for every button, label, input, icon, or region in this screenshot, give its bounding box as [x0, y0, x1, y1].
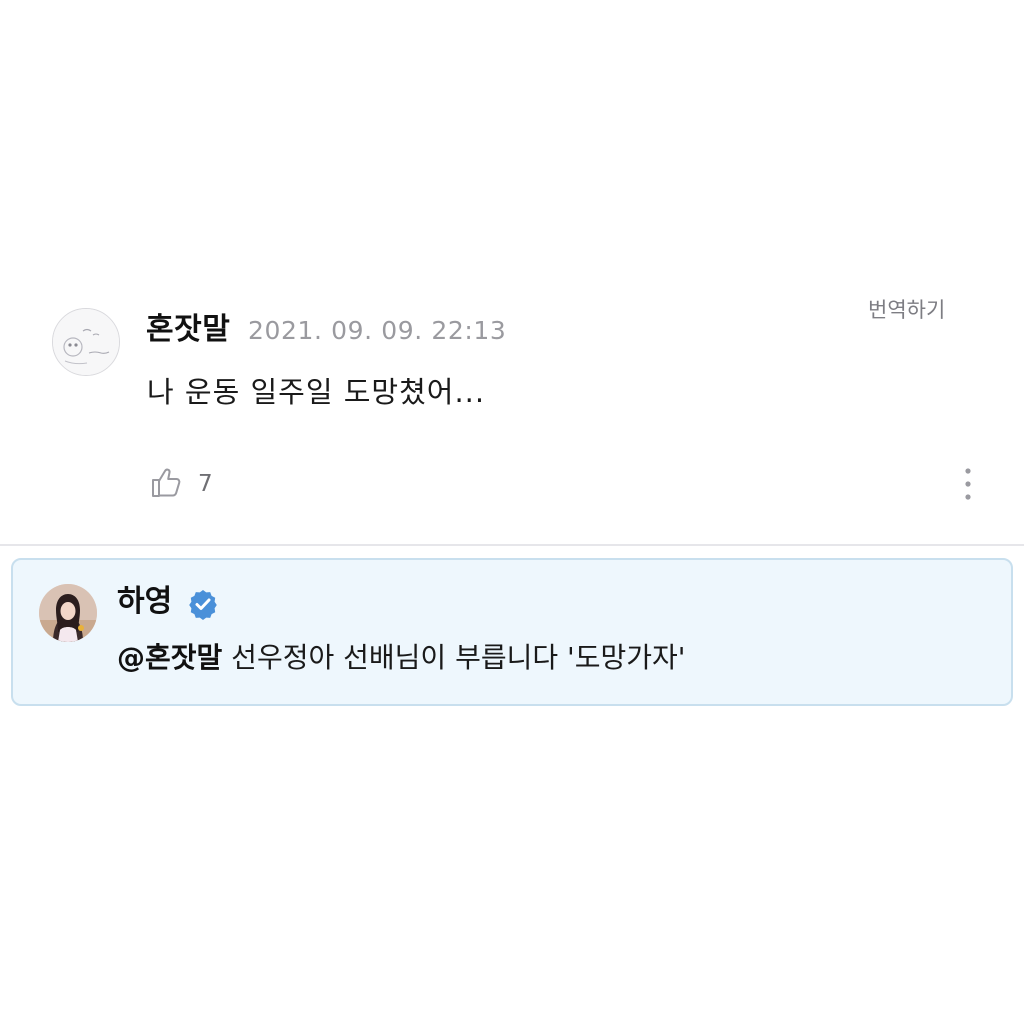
reply-username[interactable]: 하영 — [117, 582, 172, 622]
like-button[interactable]: 7 — [150, 464, 213, 504]
avatar[interactable] — [52, 308, 120, 376]
reply-text: @혼잣말 선우정아 선배님이 부릅니다 '도망가자' — [117, 638, 685, 678]
comment-timestamp: 2021. 09. 09. 22:13 — [248, 316, 507, 345]
translate-button[interactable]: 번역하기 — [868, 296, 945, 324]
comment-text: 나 운동 일주일 도망쳤어... — [147, 375, 486, 409]
thumbs-up-icon — [150, 465, 184, 503]
more-vertical-icon — [965, 468, 971, 500]
comment-username[interactable]: 혼잣말 — [146, 310, 230, 350]
divider — [0, 544, 1024, 546]
reply-avatar[interactable] — [39, 584, 97, 642]
comment-thread: 혼잣말 2021. 09. 09. 22:13 번역하기 나 운동 일주일 도망… — [0, 0, 1024, 1024]
panda-doodle-avatar-image — [53, 309, 119, 375]
reply-message: 선우정아 선배님이 부릅니다 '도망가자' — [222, 641, 686, 674]
reply-card: 하영 @혼잣말 선우정아 선배님이 부릅니다 '도망가자' — [11, 558, 1013, 706]
like-count: 7 — [198, 471, 213, 497]
mention-link[interactable]: @혼잣말 — [117, 641, 222, 674]
comment-item: 혼잣말 2021. 09. 09. 22:13 번역하기 나 운동 일주일 도망… — [0, 0, 1024, 546]
more-options-button[interactable] — [958, 466, 978, 502]
verified-badge-icon — [187, 588, 219, 620]
profile-photo-image — [39, 584, 97, 642]
